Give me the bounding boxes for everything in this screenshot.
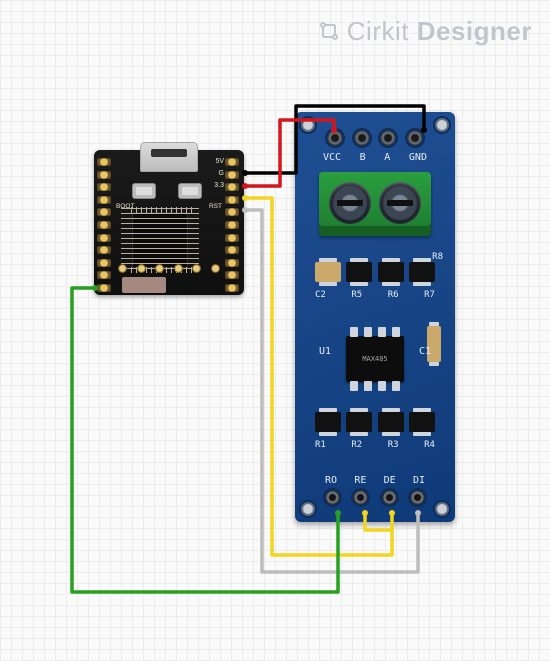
smd-row-bottom-labels: R1 R2 R3 R4 <box>315 440 435 450</box>
lbl-a: A <box>384 152 390 163</box>
mcu-bottom-pads <box>118 264 220 273</box>
pin-gnd[interactable] <box>407 130 423 146</box>
pin-de[interactable] <box>382 490 397 505</box>
terminal-a-icon <box>329 182 371 224</box>
smd-row-top-labels: C2 R5 R6 R7 <box>315 290 435 300</box>
max485-module[interactable]: VCC B A GND R8 C2 R5 R6 R7 U1 M <box>295 112 455 522</box>
rs485-bottom-header <box>325 490 425 508</box>
smd-row-bottom <box>315 412 435 432</box>
lbl-r3: R3 <box>388 440 399 450</box>
lbl-r8: R8 <box>432 252 443 262</box>
boot-button[interactable] <box>132 183 156 199</box>
pin-di[interactable] <box>410 490 425 505</box>
lbl-u1: U1 <box>319 346 331 357</box>
rs485-top-header <box>327 130 423 148</box>
soic8-icon: MAX485 <box>346 336 404 382</box>
mcu-right-pins <box>225 158 241 292</box>
usb-c-connector <box>140 142 198 172</box>
smd-r4-icon <box>409 412 435 432</box>
antenna-icon <box>122 277 166 293</box>
rs485-bottom-labels: RO RE DE DI <box>325 475 425 486</box>
smd-r2-icon <box>346 412 372 432</box>
mounting-hole-icon <box>435 502 449 516</box>
lbl-gnd: GND <box>409 152 427 163</box>
canvas[interactable]: Cirkit Designer 5V G 3.3 BOOT RST <box>0 0 550 661</box>
watermark-bold: Designer <box>417 16 532 46</box>
lbl-r2: R2 <box>351 440 362 450</box>
pin-re[interactable] <box>353 490 368 505</box>
ic-marking: MAX485 <box>346 336 404 382</box>
mounting-hole-icon <box>301 118 315 132</box>
rs485-top-labels: VCC B A GND <box>323 152 427 163</box>
mounting-hole-icon <box>301 502 315 516</box>
lbl-r4: R4 <box>424 440 435 450</box>
lbl-r5: R5 <box>351 290 362 300</box>
lbl-re: RE <box>354 475 366 486</box>
watermark: Cirkit Designer <box>317 16 532 47</box>
lbl-c1: C1 <box>419 346 431 357</box>
screw-terminal-icon <box>319 172 431 236</box>
watermark-light: Cirkit <box>347 16 409 46</box>
lbl-r7: R7 <box>424 290 435 300</box>
lbl-r6: R6 <box>388 290 399 300</box>
smd-r5-icon <box>346 262 372 282</box>
smd-r6-icon <box>378 262 404 282</box>
lbl-b: B <box>360 152 366 163</box>
smd-c2-icon <box>315 262 341 282</box>
pin-a[interactable] <box>380 130 396 146</box>
rst-button[interactable] <box>178 183 202 199</box>
lbl-r1: R1 <box>315 440 326 450</box>
esp32c3-board[interactable]: 5V G 3.3 BOOT RST <box>94 150 244 295</box>
mounting-hole-icon <box>435 118 449 132</box>
smd-r3-icon <box>378 412 404 432</box>
pin-vcc[interactable] <box>327 130 343 146</box>
lbl-de: DE <box>384 475 396 486</box>
terminal-b-icon <box>379 182 421 224</box>
smd-r7-icon <box>409 262 435 282</box>
mcu-left-pins <box>97 158 113 292</box>
mcu-buttons <box>132 183 202 199</box>
rst-label: RST <box>209 203 222 210</box>
lbl-vcc: VCC <box>323 152 341 163</box>
pin-ro[interactable] <box>325 490 340 505</box>
pin-b[interactable] <box>354 130 370 146</box>
mcu-pin-label-3v3: 3.3 <box>214 182 224 189</box>
mcu-pin-label-5v: 5V <box>215 158 224 165</box>
mcu-chip-icon <box>132 212 188 268</box>
smd-r1-icon <box>315 412 341 432</box>
lbl-c2: C2 <box>315 290 326 300</box>
wiring-layer <box>0 0 550 661</box>
lbl-di: DI <box>413 475 425 486</box>
mcu-pin-label-g: G <box>219 170 224 177</box>
smd-row-top <box>315 262 435 282</box>
lbl-ro: RO <box>325 475 337 486</box>
